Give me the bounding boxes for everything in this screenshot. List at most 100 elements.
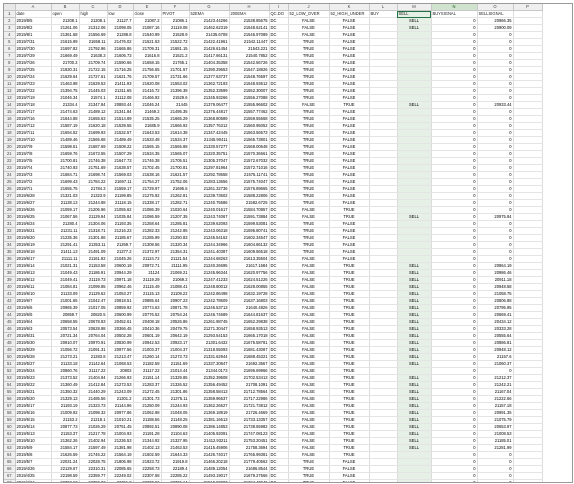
grid-cell[interactable]: 21563.56573 xyxy=(229,129,270,137)
grid-cell[interactable]: 0 xyxy=(431,87,478,95)
grid-cell[interactable]: 21285.81 xyxy=(161,220,190,228)
grid-cell[interactable]: 0 xyxy=(477,108,514,116)
grid-cell[interactable]: 2019/7/29 xyxy=(15,52,52,60)
grid-cell[interactable]: FALSE xyxy=(288,374,330,382)
grid-cell[interactable]: 2019/7/2 xyxy=(15,178,52,186)
grid-cell[interactable]: FALSE xyxy=(288,304,330,312)
grid-cell[interactable]: 21240.01617 xyxy=(189,206,230,214)
grid-cell[interactable]: 21701.57 xyxy=(161,66,190,74)
grid-cell[interactable]: 21240.26695 xyxy=(189,262,230,270)
grid-cell[interactable]: 2019/7/18 xyxy=(15,101,52,109)
grid-cell[interactable]: 21411.13 xyxy=(51,248,80,256)
grid-cell[interactable]: DC xyxy=(269,227,289,235)
grid-cell[interactable]: 21191.28 xyxy=(133,430,162,438)
grid-cell[interactable] xyxy=(369,388,398,396)
grid-cell[interactable] xyxy=(513,472,543,480)
grid-cell[interactable]: 21133.09 xyxy=(51,290,80,298)
grid-cell[interactable]: 21557.77462 xyxy=(229,108,270,116)
grid-cell[interactable]: DC xyxy=(269,458,289,466)
grid-cell[interactable]: 21620.08 xyxy=(133,80,162,88)
grid-cell[interactable]: TRUE xyxy=(329,360,370,368)
grid-cell[interactable]: DC xyxy=(269,304,289,312)
grid-cell[interactable]: 2019/6/27 xyxy=(15,199,52,207)
grid-cell[interactable]: 21250.09 xyxy=(133,402,162,410)
grid-cell[interactable]: FALSE xyxy=(329,66,370,74)
row-header[interactable]: 23 xyxy=(4,164,16,172)
grid-cell[interactable] xyxy=(397,248,432,256)
grid-cell[interactable]: 21613.35504 xyxy=(229,255,270,263)
grid-cell[interactable]: 21699.93 xyxy=(79,129,108,137)
grid-cell[interactable] xyxy=(369,129,398,137)
grid-cell[interactable] xyxy=(369,262,398,270)
grid-cell[interactable]: 21681.15 xyxy=(161,45,190,53)
grid-cell[interactable]: TRUE xyxy=(329,297,370,305)
grid-cell[interactable]: 21514.89 xyxy=(107,115,134,123)
grid-cell[interactable]: TRUE xyxy=(288,115,330,123)
grid-cell[interactable]: 0 xyxy=(431,479,478,482)
grid-cell[interactable]: 20893.44 xyxy=(107,101,134,109)
grid-cell[interactable]: 20942.53 xyxy=(133,339,162,347)
grid-cell[interactable]: 2019/5/31 xyxy=(15,332,52,340)
grid-cell[interactable]: 21570.36661 xyxy=(229,150,270,158)
row-header[interactable]: 54 xyxy=(4,381,16,389)
grid-cell[interactable]: 0 xyxy=(431,269,478,277)
grid-cell[interactable]: 21362.26627 xyxy=(189,402,230,410)
grid-cell[interactable]: 21341.84 xyxy=(107,108,134,116)
grid-cell[interactable]: DC xyxy=(269,80,289,88)
grid-cell[interactable]: 21059.17 xyxy=(51,206,80,214)
grid-cell[interactable] xyxy=(513,38,543,46)
grid-cell[interactable]: 0 xyxy=(431,388,478,396)
grid-cell[interactable]: 2019/6/6 xyxy=(15,304,52,312)
grid-cell[interactable]: 20764.04 xyxy=(79,332,108,340)
grid-cell[interactable]: FALSE xyxy=(329,458,370,466)
grid-cell[interactable] xyxy=(369,451,398,459)
grid-cell[interactable]: DC xyxy=(269,311,289,319)
grid-cell[interactable]: 21049.41 xyxy=(51,276,80,284)
grid-cell[interactable]: DC xyxy=(269,276,289,284)
grid-cell[interactable]: 21086.59 xyxy=(133,213,162,221)
grid-cell[interactable]: 21112.08 xyxy=(107,94,134,102)
grid-cell[interactable]: FALSE xyxy=(288,395,330,403)
grid-cell[interactable]: 21753.20451 xyxy=(229,437,270,445)
grid-cell[interactable]: SELL xyxy=(397,395,432,403)
grid-cell[interactable]: TRUE xyxy=(329,402,370,410)
grid-cell[interactable] xyxy=(369,283,398,291)
grid-cell[interactable]: 21405.92091 xyxy=(189,430,230,438)
grid-cell[interactable]: 21696.69966 xyxy=(229,367,270,375)
grid-cell[interactable]: SELL xyxy=(397,444,432,452)
grid-cell[interactable]: TRUE xyxy=(329,430,370,438)
grid-cell[interactable] xyxy=(513,339,543,347)
grid-cell[interactable] xyxy=(513,80,543,88)
grid-cell[interactable]: 21574.1 xyxy=(79,94,108,102)
grid-cell[interactable] xyxy=(397,227,432,235)
grid-cell[interactable] xyxy=(369,150,398,158)
grid-cell[interactable] xyxy=(397,451,432,459)
column-title-cell[interactable]: 52_LOW_OVER xyxy=(288,10,330,18)
grid-cell[interactable]: 21716.25 xyxy=(107,66,134,74)
grid-cell[interactable] xyxy=(397,465,432,473)
grid-cell[interactable]: 22028.75 xyxy=(79,458,108,466)
grid-cell[interactable]: 0 xyxy=(431,311,478,319)
grid-cell[interactable] xyxy=(513,458,543,466)
grid-cell[interactable]: 21495.35 xyxy=(161,108,190,116)
row-header[interactable]: 33 xyxy=(4,234,16,242)
grid-cell[interactable]: 21282.71 xyxy=(161,199,190,207)
grid-cell[interactable] xyxy=(513,164,543,172)
grid-cell[interactable]: 21548.62141 xyxy=(229,24,270,32)
grid-cell[interactable] xyxy=(369,31,398,39)
grid-cell[interactable]: 21357.76312 xyxy=(189,122,230,130)
grid-cell[interactable]: 21010.21 xyxy=(107,416,134,424)
grid-cell[interactable]: 21746.38 xyxy=(133,157,162,165)
grid-cell[interactable] xyxy=(513,227,543,235)
grid-cell[interactable]: 0 xyxy=(431,430,478,438)
grid-cell[interactable]: 21056.72 xyxy=(51,346,80,354)
grid-cell[interactable] xyxy=(369,360,398,368)
grid-cell[interactable]: 21595.80741 xyxy=(229,227,270,235)
grid-cell[interactable]: 2019/7/19 xyxy=(15,94,52,102)
grid-cell[interactable]: 20642.19 xyxy=(161,332,190,340)
grid-cell[interactable]: 21440.29 xyxy=(79,388,108,396)
grid-cell[interactable] xyxy=(513,129,543,137)
grid-cell[interactable]: 2019/6/5 xyxy=(15,311,52,319)
grid-cell[interactable]: DC xyxy=(269,234,289,242)
spreadsheet-grid[interactable]: ABCDEFGHIJKLMNOP 1 date open high low close PI… xyxy=(3,3,573,483)
